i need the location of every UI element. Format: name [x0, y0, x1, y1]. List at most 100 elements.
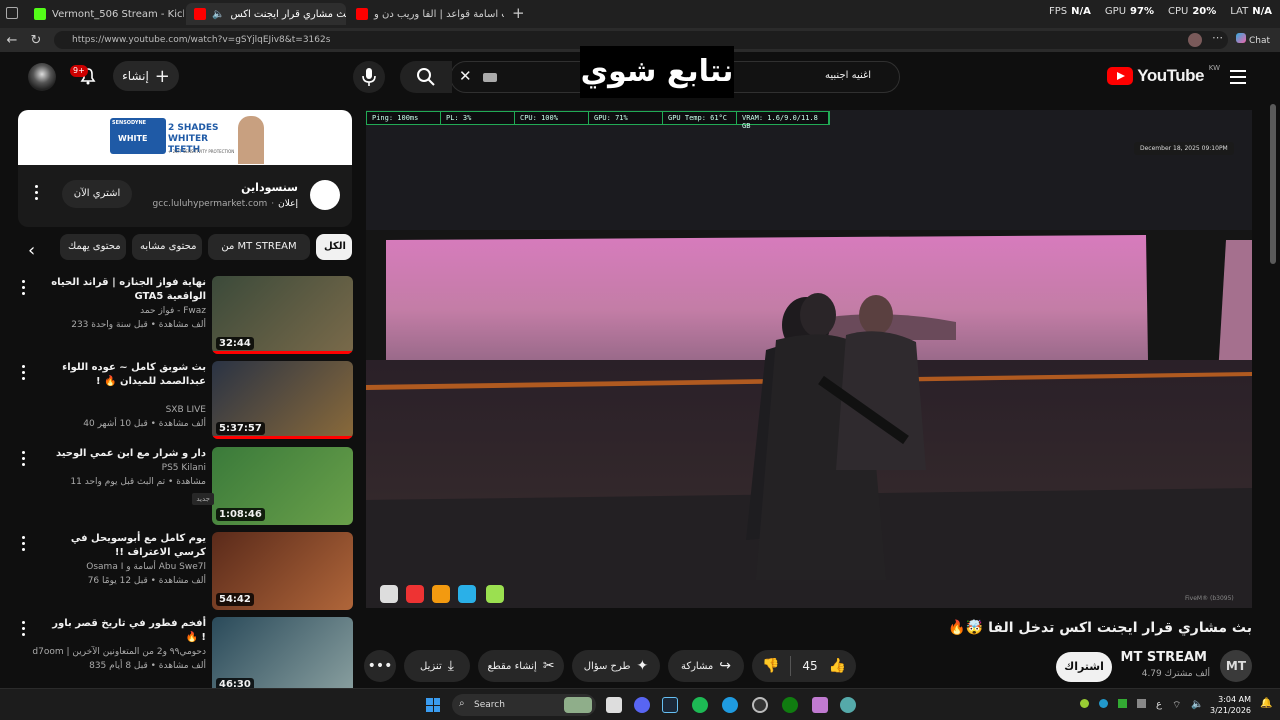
channel-avatar[interactable]: MT	[1220, 650, 1252, 682]
video-title[interactable]: دار و شرار مع ابن عمي الوحيد	[46, 447, 206, 461]
clear-search-icon[interactable]: ✕	[459, 67, 472, 85]
ad-menu-icon[interactable]	[34, 185, 38, 201]
voice-search-button[interactable]	[353, 61, 385, 93]
recommended-video[interactable]: 54:42 يوم كامل مع أبوسويحل في كرسي الاعتر…	[0, 532, 360, 612]
advertiser-logo[interactable]	[310, 180, 340, 210]
recommended-video[interactable]: 32:44 نهاية فواز الجنازه | قراند الحياه ا…	[0, 276, 360, 356]
video-menu-icon[interactable]	[22, 621, 25, 639]
youtube-logo[interactable]: YouTube	[1107, 66, 1204, 86]
video-meta: 76 ألف مشاهدة • قبل 12 يومًا	[87, 576, 206, 586]
download-button[interactable]: تنزيل ⤓	[404, 650, 470, 682]
video-channel[interactable]: PS5 Kilani	[162, 463, 206, 473]
obs-icon[interactable]	[752, 697, 768, 713]
back-icon[interactable]: ←	[0, 33, 24, 48]
video-title[interactable]: نهاية فواز الجنازه | قراند الحياه الواقع…	[46, 276, 206, 304]
clip-button[interactable]: إنشاء مقطع ✂	[478, 650, 564, 682]
video-menu-icon[interactable]	[22, 536, 25, 554]
video-menu-icon[interactable]	[22, 365, 25, 383]
youtube-logo-text: YouTube	[1137, 66, 1204, 85]
ad-domain: gcc.luluhypermarket.com	[152, 199, 268, 209]
new-tab-button[interactable]: +	[512, 4, 525, 22]
tab-actions-icon[interactable]	[6, 7, 18, 19]
youtube-favicon-icon	[194, 8, 206, 20]
spotify-icon[interactable]	[692, 697, 708, 713]
profile-avatar-icon[interactable]	[1188, 33, 1202, 47]
chip-from-channel[interactable]: من MT STREAM	[208, 234, 310, 260]
speaker-icon[interactable]: 🔈	[212, 9, 224, 20]
video-thumbnail[interactable]: 54:42	[212, 532, 353, 610]
create-button[interactable]: إنشاء +	[113, 61, 179, 91]
browser-tab-youtube-active[interactable]: 🔈 (26) بث مشاري قرار ايجنت اكس ✕	[186, 3, 346, 25]
notification-bell-icon[interactable]: 🔔	[1260, 698, 1272, 709]
more-actions-button[interactable]: •••	[364, 650, 396, 682]
video-thumbnail[interactable]: 5:37:57	[212, 361, 353, 439]
volume-icon[interactable]: 🔈	[1191, 699, 1203, 712]
perf-lat: LAT N/A	[1230, 6, 1272, 17]
page-scrollbar[interactable]	[1270, 104, 1276, 264]
ask-button[interactable]: طرح سؤال ✦	[572, 650, 660, 682]
taskbar-clock[interactable]: 3:04 AM 3/21/2026	[1210, 694, 1251, 716]
input-language[interactable]: ع	[1156, 699, 1162, 712]
tray-icon-4[interactable]	[1137, 699, 1146, 708]
video-channel[interactable]: SXB LIVE	[166, 405, 206, 415]
video-channel[interactable]: فواز حمد - Fwaz	[140, 306, 206, 316]
sponsored-ad-card[interactable]: SENSODYNE WHITE 2 SHADES WHITER TEETH + …	[18, 110, 352, 227]
search-button[interactable]	[400, 61, 452, 93]
tray-icon-3[interactable]	[1118, 699, 1127, 708]
video-menu-icon[interactable]	[22, 451, 25, 469]
chevron-left-icon[interactable]: ‹	[28, 240, 35, 261]
share-button[interactable]: مشاركة ↪	[668, 650, 744, 682]
hud-cpu: CPU: 100%	[515, 112, 589, 124]
video-thumbnail[interactable]: 1:08:46	[212, 447, 353, 525]
tray-icon-1[interactable]	[1080, 699, 1089, 708]
video-title[interactable]: بث شوبق كامل ~ عوده اللواء عبدالصمد للمي…	[46, 361, 206, 389]
chip-related[interactable]: محتوى مشابه	[132, 234, 202, 260]
like-dislike-group: 👎 45 👍	[752, 650, 856, 682]
recommended-video[interactable]: 5:37:57 بث شوبق كامل ~ عوده اللواء عبدالص…	[0, 361, 360, 441]
more-icon[interactable]: ⋯	[1212, 31, 1223, 44]
channel-name[interactable]: MT STREAM	[1100, 650, 1207, 665]
video-title[interactable]: يوم كامل مع أبوسويحل في كرسي الاعتراف !!	[46, 532, 206, 560]
video-title[interactable]: أفخم فطور في تاريخ قصر باور ! 🔥	[46, 617, 206, 645]
video-thumbnail[interactable]: 46:30	[212, 617, 353, 695]
taskbar-search[interactable]: ⌕ Search	[452, 694, 596, 716]
video-thumbnail[interactable]: 32:44	[212, 276, 353, 354]
sparkle-icon: ✦	[636, 658, 649, 674]
like-count: 45	[802, 659, 818, 673]
keyboard-icon[interactable]	[483, 73, 497, 82]
xbox-icon[interactable]	[782, 697, 798, 713]
app-icon[interactable]	[812, 697, 828, 713]
advertiser-name[interactable]: سنسوداين	[241, 181, 298, 194]
video-channel[interactable]: Osama I أسامة و Abu Swe7l	[86, 562, 206, 572]
browser-tab-youtube-2[interactable]: (26) بث اسامة قواعد | الفا وريب دن و ✕	[348, 3, 504, 25]
video-channel[interactable]: d7oom | دحومي٩٩ و2 من المتعاونين الآخرين	[32, 647, 206, 657]
ad-cta-button[interactable]: اشتري الآن	[62, 180, 132, 208]
like-icon[interactable]: 👍	[829, 658, 846, 674]
windows-start-icon[interactable]	[426, 698, 440, 712]
file-explorer-icon[interactable]	[606, 697, 622, 713]
steam-icon[interactable]	[662, 697, 678, 713]
video-player[interactable]	[366, 110, 1252, 608]
recommended-video[interactable]: 1:08:46 دار و شرار مع ابن عمي الوحيد PS5 K…	[0, 447, 360, 527]
hud-ping: Ping: 100ms	[367, 112, 441, 124]
dislike-icon[interactable]: 👎	[762, 658, 779, 674]
chip-for-you[interactable]: محتوى يهمك	[60, 234, 126, 260]
ad-banner-image[interactable]: SENSODYNE WHITE 2 SHADES WHITER TEETH + …	[18, 110, 352, 165]
recommended-video[interactable]: 46:30 أفخم فطور في تاريخ قصر باور ! 🔥 d7oo…	[0, 617, 360, 697]
copilot-chat-button[interactable]: Chat	[1236, 33, 1270, 46]
ingame-date-badge: December 18, 2025 09:10PM	[1134, 142, 1234, 155]
discord-icon[interactable]	[634, 697, 650, 713]
search-input-value: اغنيه اجنبيه	[825, 70, 871, 81]
edge-icon[interactable]	[722, 697, 738, 713]
refresh-icon[interactable]: ↻	[24, 33, 48, 48]
video-menu-icon[interactable]	[22, 280, 25, 298]
account-avatar[interactable]	[28, 63, 56, 91]
hud-status-icon-health	[406, 585, 424, 603]
wifi-icon[interactable]: ⌔	[1172, 699, 1181, 712]
tray-icon-2[interactable]	[1099, 699, 1108, 708]
app-icon-2[interactable]	[840, 697, 856, 713]
chip-all[interactable]: الكل	[316, 234, 352, 260]
subscribe-button[interactable]: اشتراك	[1056, 652, 1112, 682]
menu-icon[interactable]	[1230, 70, 1246, 84]
browser-tab-kick[interactable]: Vermont_506 Stream - Kick Dashbo ✕	[26, 3, 184, 25]
